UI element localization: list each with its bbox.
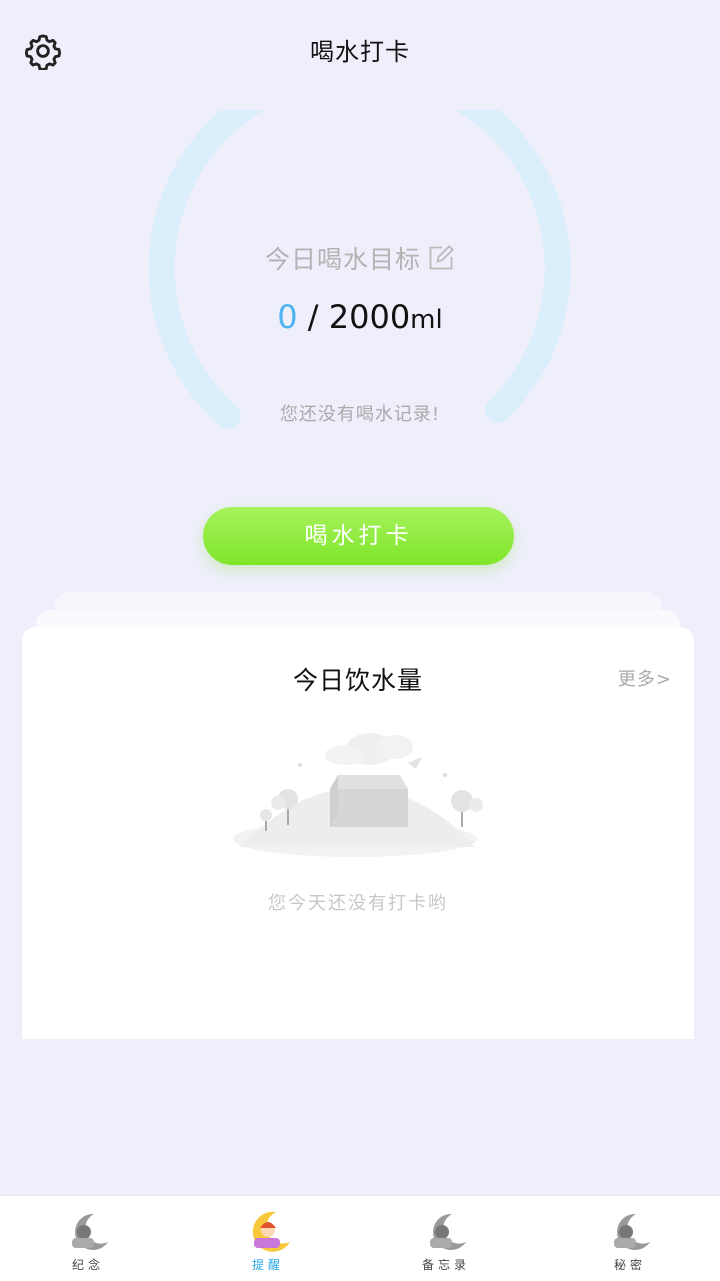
more-link[interactable]: 更多> bbox=[618, 665, 672, 691]
target-amount: 2000 bbox=[328, 298, 411, 336]
no-record-message: 您还没有喝水记录! bbox=[279, 404, 441, 425]
tab-memo[interactable]: 备忘录 bbox=[386, 1196, 506, 1281]
tab-secret[interactable]: 秘密 bbox=[570, 1196, 690, 1281]
today-intake-card: 今日饮水量 更多> 您今天还没有打卡哟 bbox=[22, 627, 694, 1039]
goal-label[interactable]: 今日喝水目标 bbox=[0, 240, 720, 276]
header: 喝水打卡 bbox=[0, 0, 720, 100]
page-title: 喝水打卡 bbox=[310, 38, 410, 66]
tab-label: 备忘录 bbox=[421, 1258, 470, 1272]
tab-label: 提醒 bbox=[251, 1258, 284, 1272]
goal-label-text: 今日喝水目标 bbox=[264, 245, 421, 274]
amount-separator: / bbox=[297, 298, 329, 336]
amount-unit: ml bbox=[410, 305, 443, 335]
empty-state-text: 您今天还没有打卡哟 bbox=[268, 893, 448, 914]
moon-girl-icon bbox=[614, 1213, 650, 1250]
moon-girl-icon bbox=[72, 1213, 108, 1250]
current-amount: 0 bbox=[277, 298, 298, 336]
card-title: 今日饮水量 bbox=[292, 666, 423, 695]
tab-memorial[interactable]: 纪念 bbox=[28, 1196, 148, 1281]
water-amount: 0 / 2000ml bbox=[0, 298, 720, 336]
moon-girl-icon bbox=[430, 1213, 466, 1250]
moon-girl-icon bbox=[252, 1211, 290, 1252]
checkin-button[interactable]: 喝水打卡 bbox=[203, 507, 514, 565]
bottom-tab-bar: 纪念 提醒 备忘录 秘密 bbox=[0, 1195, 720, 1281]
tab-reminder[interactable]: 提醒 bbox=[208, 1196, 328, 1281]
tab-label: 纪念 bbox=[71, 1258, 104, 1272]
empty-box-illustration bbox=[233, 733, 483, 857]
edit-icon[interactable] bbox=[427, 244, 455, 272]
tab-label: 秘密 bbox=[613, 1258, 646, 1272]
